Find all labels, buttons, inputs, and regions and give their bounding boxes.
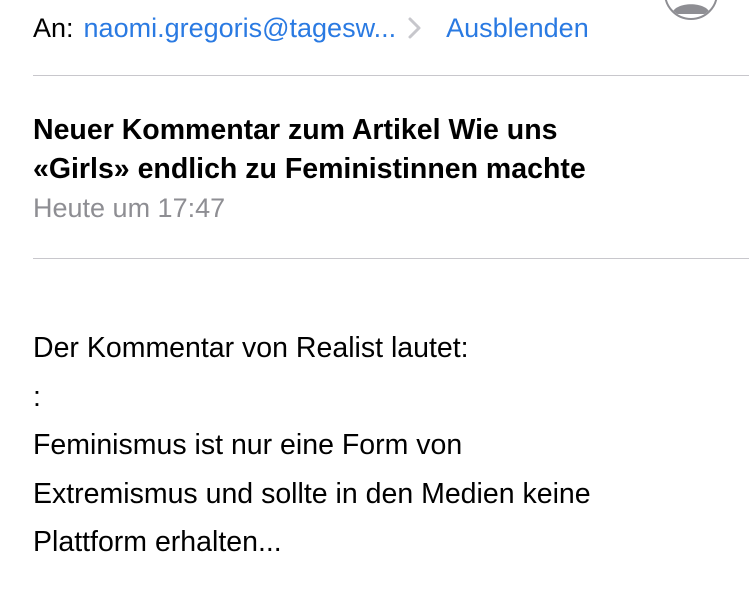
- body-line: Plattform erhalten...: [33, 526, 282, 558]
- chevron-right-icon: [404, 15, 426, 41]
- body-line: Der Kommentar von Realist lautet:: [33, 332, 469, 364]
- subject-line-2: «Girls» endlich zu Feministinnen machte: [33, 153, 586, 185]
- subject-line-1: Neuer Kommentar zum Artikel Wie uns: [33, 114, 558, 146]
- header-divider: [33, 75, 749, 76]
- email-subject: Neuer Kommentar zum Artikel Wie uns «Gir…: [33, 111, 733, 189]
- subject-divider: [33, 258, 749, 259]
- body-line: Extremismus und sollte in den Medien kei…: [33, 477, 591, 510]
- to-label: An:: [33, 12, 74, 43]
- email-body: Der Kommentar von Realist lautet: : Femi…: [33, 324, 733, 567]
- hide-details-button[interactable]: Ausblenden: [446, 13, 589, 44]
- recipient-row: An: naomi.gregoris@tagesw... Ausblenden: [33, 8, 749, 48]
- body-line: Feminismus ist nur eine Form von: [33, 429, 463, 461]
- email-timestamp: Heute um 17:47: [33, 193, 226, 223]
- recipient-address[interactable]: naomi.gregoris@tagesw...: [84, 13, 397, 44]
- body-line: :: [33, 380, 41, 413]
